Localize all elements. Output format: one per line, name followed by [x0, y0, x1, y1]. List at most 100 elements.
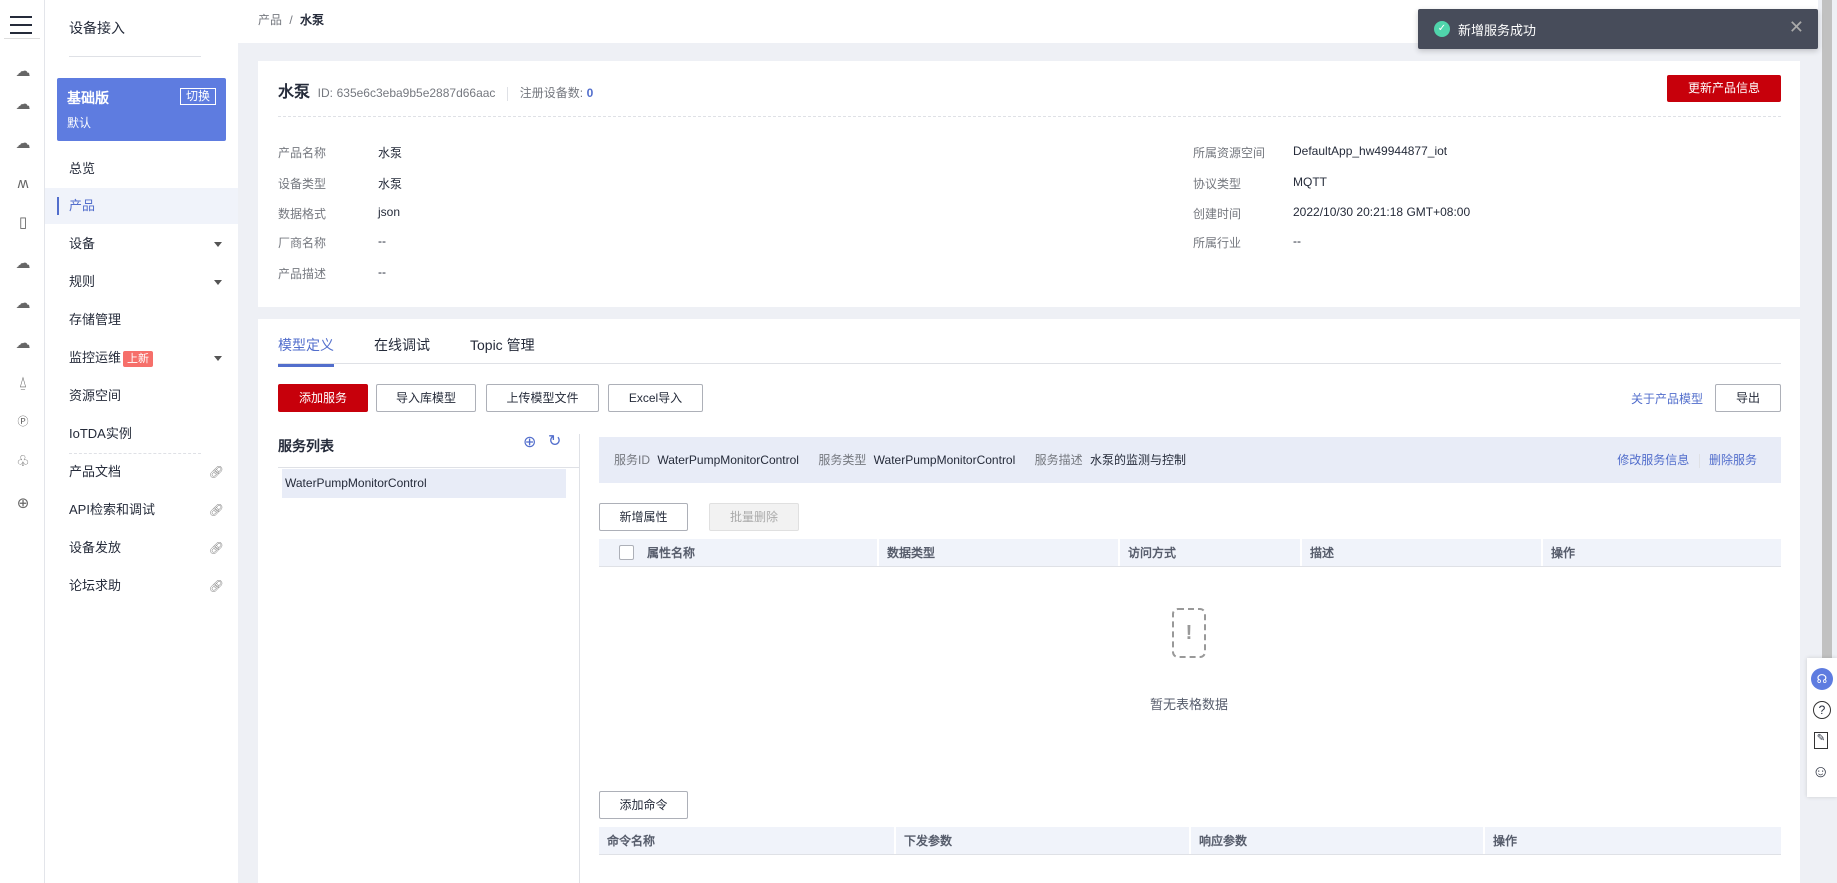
tab-online-debug[interactable]: 在线调试 [374, 335, 430, 355]
link-icon: 🔗︎ [208, 465, 224, 479]
export-button[interactable]: 导出 [1715, 384, 1781, 412]
field-label: 设备类型 [278, 177, 327, 191]
protocol-value: MQTT [1293, 175, 1327, 189]
field-label: 协议类型 [1193, 177, 1242, 191]
column-header: 描述 [1300, 539, 1334, 566]
product-id: 635e6c3eba9b5e2887d66aac [336, 86, 496, 100]
manufacturer-value: -- [378, 234, 386, 248]
switch-edition-button[interactable]: 切换 [179, 88, 216, 105]
sidebar-item-device[interactable]: 设备 [45, 226, 238, 262]
add-service-button[interactable]: 添加服务 [278, 384, 368, 412]
smile-icon[interactable]: ☺ [1812, 762, 1829, 782]
sidebar-item-label: 设备发放 [69, 540, 122, 555]
cloud-upload-icon[interactable]: ☁ [12, 296, 34, 312]
select-all-checkbox[interactable] [619, 545, 634, 560]
excel-import-button[interactable]: Excel导入 [608, 384, 703, 412]
service-list-item[interactable]: WaterPumpMonitorControl [282, 469, 566, 498]
product-header: 水泵 ID: 635e6c3eba9b5e2887d66aac 注册设备数: 0 [278, 78, 593, 102]
upload-model-file-button[interactable]: 上传模型文件 [486, 384, 599, 412]
link-icon: 🔗︎ [208, 503, 224, 517]
edit-service-link[interactable]: 修改服务信息 [1617, 453, 1689, 467]
cloud-device-icon[interactable]: ☁ [12, 64, 34, 80]
cloud-storage-icon[interactable]: ☁ [12, 136, 34, 152]
sidebar-item-rules[interactable]: 规则 [45, 264, 238, 300]
column-header: 访问方式 [1118, 539, 1176, 566]
sidebar-item-overview[interactable]: 总览 [45, 151, 238, 187]
globe-icon[interactable]: ⊕ [12, 496, 34, 512]
property-table-header: 属性名称 数据类型 访问方式 描述 操作 [599, 539, 1781, 567]
column-header: 属性名称 [647, 546, 696, 560]
close-icon[interactable]: ✕ [1789, 17, 1804, 38]
divider [579, 434, 580, 883]
service-id-label: 服务ID [614, 453, 651, 467]
link-icon: 🔗︎ [208, 541, 224, 555]
toast-message: 新增服务成功 [1458, 23, 1537, 38]
service-type: WaterPumpMonitorControl [873, 453, 1016, 467]
divider [4, 38, 40, 39]
cloud-gauge-icon[interactable]: ☁ [12, 336, 34, 352]
refresh-icon[interactable]: ↻ [548, 431, 561, 451]
empty-data-icon: ! [1172, 608, 1206, 658]
column-header: 下发参数 [894, 827, 952, 854]
cluster-icon[interactable]: ♧ [12, 454, 34, 470]
column-header: 操作 [1541, 539, 1575, 566]
sidebar-item-resource-space[interactable]: 资源空间 [45, 378, 238, 414]
cloud-icon[interactable]: ☁ [12, 256, 34, 272]
icon-rail: ☁ ☁ ☁ ʍ ▯ ☁ ☁ ☁ ⍙ Ⓟ ♧ ⊕ [0, 0, 45, 883]
antenna-icon[interactable]: ⍙ [12, 375, 34, 391]
sidebar-item-monitoring[interactable]: 监控运维 上新 [45, 340, 238, 376]
sidebar-item-iotda-instance[interactable]: IoTDA实例 [45, 416, 238, 452]
industry-value: -- [1293, 234, 1301, 248]
delete-service-link[interactable]: 删除服务 [1709, 453, 1757, 467]
sidebar-item-label: 存储管理 [69, 312, 122, 327]
device-type-value: 水泵 [378, 177, 403, 191]
sidebar-link-api-explorer[interactable]: API检索和调试 🔗︎ [45, 492, 238, 528]
sidebar-item-storage[interactable]: 存储管理 [45, 302, 238, 338]
phone-cloud-icon[interactable]: ▯ [12, 215, 34, 231]
service-list-title: 服务列表 [278, 438, 334, 454]
sidebar-title: 设备接入 [69, 20, 125, 36]
product-id-label: ID: [317, 86, 333, 100]
import-library-model-button[interactable]: 导入库模型 [376, 384, 476, 412]
add-circle-icon[interactable]: ⊕ [523, 432, 536, 452]
signal-wave-icon[interactable]: ʍ [12, 176, 34, 192]
sidebar-link-product-docs[interactable]: 产品文档 🔗︎ [45, 454, 238, 490]
description-value: -- [378, 265, 386, 279]
sidebar-item-product[interactable]: 产品 [45, 188, 238, 224]
tabs-divider [278, 363, 1781, 364]
field-label: 产品描述 [278, 267, 327, 281]
tab-model-definition[interactable]: 模型定义 [278, 335, 334, 367]
column-header: 响应参数 [1189, 827, 1247, 854]
sidebar-item-label: IoTDA实例 [69, 426, 132, 441]
update-product-button[interactable]: 更新产品信息 [1667, 75, 1781, 102]
breadcrumb-link-product[interactable]: 产品 [258, 13, 282, 27]
success-toast: ✓ 新增服务成功 ✕ [1418, 9, 1818, 49]
about-product-model-link[interactable]: 关于产品模型 [1631, 390, 1703, 407]
batch-delete-button: 批量删除 [709, 503, 799, 531]
menu-icon[interactable] [10, 16, 32, 34]
sidebar-link-forum[interactable]: 论坛求助 🔗︎ [45, 568, 238, 604]
tab-topic-management[interactable]: Topic 管理 [470, 335, 535, 355]
chevron-down-icon [214, 356, 222, 361]
divider [69, 56, 201, 57]
breadcrumb-current: 水泵 [300, 13, 325, 27]
sidebar-link-device-provisioning[interactable]: 设备发放 🔗︎ [45, 530, 238, 566]
divider [278, 116, 1781, 117]
cloud-dots-icon[interactable]: ☁ [12, 97, 34, 113]
field-label: 厂商名称 [278, 236, 327, 250]
help-icon[interactable]: ? [1813, 701, 1831, 719]
instance-name: 默认 [67, 116, 92, 130]
column-header: 数据类型 [877, 539, 935, 566]
customer-service-icon[interactable]: ☊ [1811, 668, 1833, 690]
field-label: 产品名称 [278, 146, 327, 160]
chevron-down-icon [214, 280, 222, 285]
add-property-button[interactable]: 新增属性 [599, 503, 688, 531]
ip-icon[interactable]: Ⓟ [12, 414, 34, 430]
sidebar-item-label: 规则 [69, 274, 96, 289]
data-format-value: json [378, 205, 401, 219]
scrollbar-thumb[interactable] [1822, 0, 1832, 690]
feedback-icon[interactable]: ✎ [1814, 732, 1828, 749]
chevron-down-icon [214, 242, 222, 247]
add-command-button[interactable]: 添加命令 [599, 791, 688, 819]
service-info-band: 服务ID WaterPumpMonitorControl 服务类型 WaterP… [599, 437, 1781, 483]
